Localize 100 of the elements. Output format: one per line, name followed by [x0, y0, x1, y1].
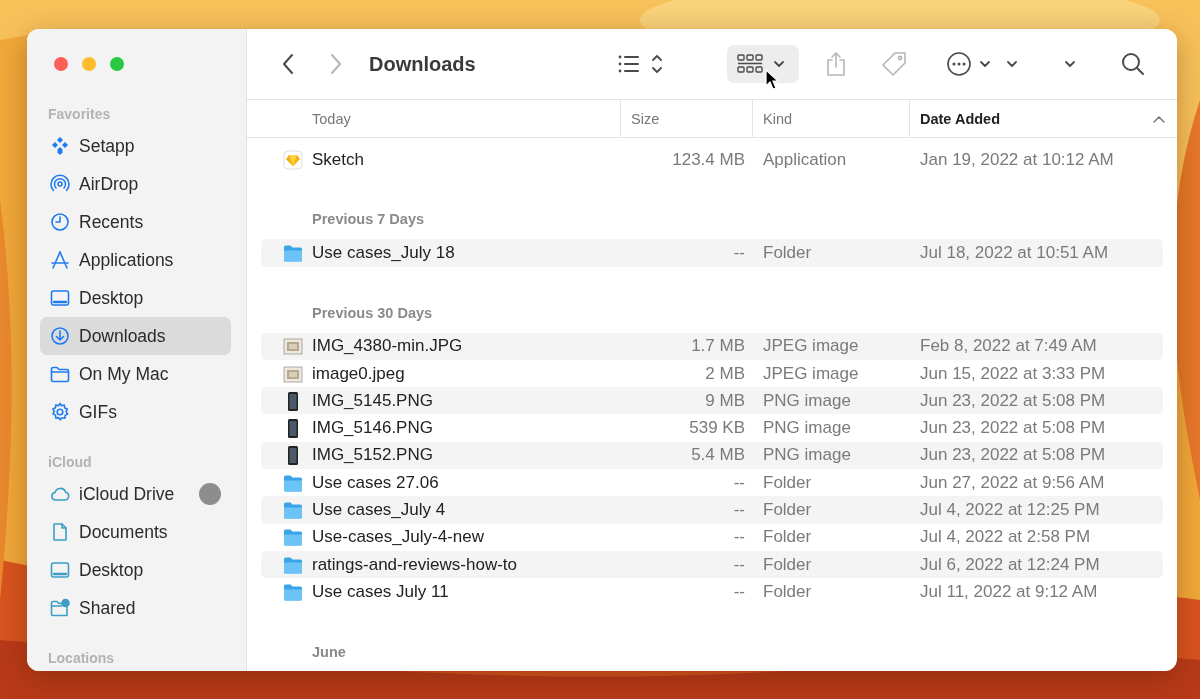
- file-date: Jun 23, 2022 at 5:08 PM: [920, 445, 1106, 466]
- file-date: Feb 8, 2022 at 7:49 AM: [920, 336, 1097, 357]
- clock-icon: [50, 212, 70, 232]
- file-name: Use cases July 11: [312, 581, 449, 602]
- file-name: IMG_5145.PNG: [312, 390, 433, 411]
- sidebar-item[interactable]: Desktop: [40, 279, 231, 317]
- diamond-app-icon: [283, 149, 303, 170]
- file-name: Use-cases_July-4-new: [312, 527, 484, 548]
- document-icon: [50, 522, 70, 542]
- file-name: Use cases_July 4: [312, 500, 446, 520]
- sidebar-item[interactable]: AirDrop: [40, 165, 231, 203]
- file-row[interactable]: Sketch 123.4 MB Application Jan 19, 2022 at 10:12 AM: [261, 146, 1163, 174]
- sidebar-item[interactable]: Shared: [40, 589, 231, 627]
- file-kind: Application: [763, 149, 847, 169]
- sidebar-item[interactable]: iCloud Drive: [40, 475, 231, 513]
- tag-icon: [881, 51, 909, 77]
- file-size: --: [733, 581, 745, 601]
- more-icon: [947, 51, 993, 77]
- column-header[interactable]: Kind: [753, 100, 910, 137]
- sidebar-item[interactable]: Desktop: [40, 551, 231, 589]
- file-kind: Folder: [763, 242, 812, 262]
- forward-icon: [329, 53, 343, 75]
- file-size: 9 MB: [705, 390, 745, 410]
- sidebar-item[interactable]: GIFs: [40, 393, 231, 431]
- gear-icon: [50, 402, 70, 422]
- column-header[interactable]: Today: [247, 100, 621, 137]
- file-kind: Folder: [763, 581, 812, 601]
- download-icon: [50, 326, 70, 346]
- file-row[interactable]: Use cases 27.06 -- Folder Jun 27, 2022 at 9:56 AM: [261, 469, 1163, 497]
- file-size: --: [733, 500, 745, 519]
- file-date: Jun 23, 2022 at 5:08 PM: [920, 418, 1106, 439]
- section-title: Favorites: [47, 105, 112, 124]
- search-icon: [1121, 52, 1145, 76]
- diamond-grid-icon: [50, 136, 70, 156]
- file-size: --: [733, 472, 745, 492]
- folder-icon: [50, 364, 70, 384]
- group-title: Previous 30 Days: [311, 303, 434, 323]
- file-row[interactable]: Use-cases_July-4-new -- Folder Jul 4, 2022 at 2:58 PM: [261, 523, 1163, 551]
- file-kind: JPEG image: [763, 363, 859, 383]
- file-kind: Folder: [763, 554, 812, 574]
- file-name: Use cases_July 18: [312, 242, 455, 263]
- file-date: Jun 27, 2022 at 9:56 AM: [920, 472, 1105, 493]
- file-name: Sketch: [312, 149, 364, 170]
- folder-icon: [283, 500, 303, 520]
- photo-thumbnail-icon: [283, 363, 303, 384]
- file-row[interactable]: IMG_5145.PNG 9 MB PNG image Jun 23, 2022 at 5:08 PM: [261, 387, 1163, 415]
- sidebar-item[interactable]: On My Mac: [40, 355, 231, 393]
- shared-folder-icon: [50, 598, 70, 618]
- sidebar-item[interactable]: Applications: [40, 241, 231, 279]
- file-kind: Folder: [763, 527, 812, 547]
- file-size: --: [733, 527, 745, 547]
- file-kind: PNG image: [763, 390, 851, 410]
- group-title: Previous 7 Days: [311, 210, 426, 230]
- file-size: 2 MB: [705, 363, 745, 383]
- file-row[interactable]: IMG_5152.PNG 5.4 MB PNG image Jun 23, 2022 at 5:08 PM: [261, 441, 1163, 470]
- monitor-icon: [50, 560, 70, 580]
- file-row[interactable]: Use cases_July 4 -- Folder Jul 4, 2022 at 12:25 PM: [261, 496, 1163, 524]
- file-date: Jul 4, 2022 at 2:58 PM: [920, 527, 1091, 548]
- file-row[interactable]: ratings-and-reviews-how-to -- Folder Jul 6, 2022 at 12:24 PM: [261, 550, 1163, 579]
- file-size: --: [733, 242, 745, 262]
- file-name: Use cases 27.06: [312, 472, 439, 493]
- file-size: 5.4 MB: [691, 445, 745, 465]
- window-title: Downloads: [369, 52, 477, 76]
- file-row[interactable]: image0.jpeg 2 MB JPEG image Jun 15, 2022 at 3:33 PM: [261, 359, 1163, 388]
- file-size: --: [733, 554, 745, 574]
- file-date: Jun 15, 2022 at 3:33 PM: [920, 363, 1106, 384]
- column-header[interactable]: Date Added: [910, 100, 1177, 137]
- group-button[interactable]: [727, 45, 799, 83]
- file-row[interactable]: IMG_4380-min.JPG 1.7 MB JPEG image Feb 8, 2022 at 7:49 AM: [261, 332, 1163, 360]
- file-date: Jan 19, 2022 at 10:12 AM: [920, 149, 1114, 170]
- section-title: Locations: [47, 649, 116, 668]
- group-title: June: [311, 642, 347, 662]
- share-icon: [825, 51, 847, 77]
- sidebar-item[interactable]: Setapp: [40, 127, 231, 165]
- airdrop-icon: [50, 174, 70, 194]
- photo-thumbnail-icon: [283, 336, 303, 357]
- file-date: Jul 4, 2022 at 12:25 PM: [920, 500, 1100, 520]
- sidebar-item[interactable]: Documents: [40, 513, 231, 551]
- list-view-icon: [617, 53, 665, 75]
- caret-icon: [1063, 59, 1077, 69]
- close-button[interactable]: [54, 57, 68, 71]
- file-name: IMG_5152.PNG: [312, 445, 433, 466]
- folder-icon: [283, 527, 303, 548]
- file-date: Jul 11, 2022 at 9:12 AM: [920, 581, 1098, 602]
- file-size: 1.7 MB: [691, 336, 745, 356]
- applications-icon: [50, 250, 70, 270]
- file-name: IMG_5146.PNG: [312, 418, 433, 439]
- file-row[interactable]: Use cases_July 18 -- Folder Jul 18, 2022 at 10:51 AM: [261, 239, 1163, 267]
- file-row[interactable]: IMG_5146.PNG 539 KB PNG image Jun 23, 2022 at 5:08 PM: [261, 414, 1163, 442]
- file-name: ratings-and-reviews-how-to: [312, 554, 518, 575]
- file-date: Jul 6, 2022 at 12:24 PM: [920, 554, 1100, 575]
- sidebar-item[interactable]: Downloads: [40, 317, 231, 355]
- monitor-icon: [50, 288, 70, 308]
- sidebar-item[interactable]: Recents: [40, 203, 231, 241]
- column-header[interactable]: Size: [621, 100, 753, 137]
- file-row[interactable]: Use cases July 11 -- Folder Jul 11, 2022 at 9:12 AM: [261, 578, 1163, 606]
- file-size: 539 KB: [689, 418, 745, 438]
- file-kind: Folder: [763, 472, 812, 492]
- caret-icon: [1005, 59, 1019, 69]
- file-kind: Folder: [763, 500, 812, 519]
